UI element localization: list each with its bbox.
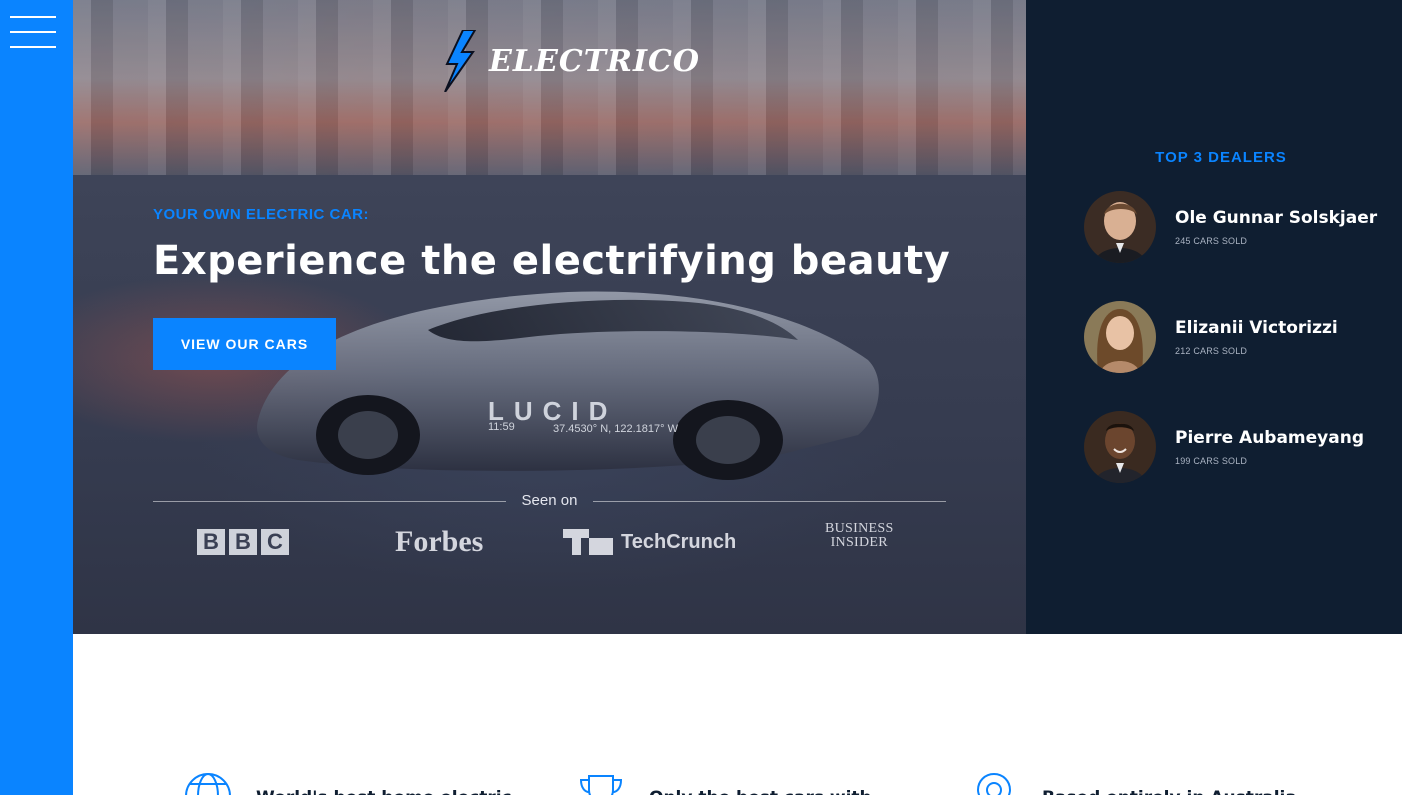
car-image: LUCID 11:59 37.4530° N, 122.1817° W (257, 291, 879, 480)
hero-section: LUCID 11:59 37.4530° N, 122.1817° W ELEC… (73, 0, 1026, 634)
feature-item: Based entirely in Australia (970, 772, 1297, 795)
avatar (1084, 411, 1156, 483)
lightning-bolt-icon (444, 30, 477, 92)
feature-item: World's best home electric (184, 772, 512, 795)
techcrunch-wordmark: TechCrunch (621, 530, 737, 553)
menu-bar (10, 46, 56, 48)
bbc-logo: B B C (197, 522, 289, 562)
trophy-icon (579, 775, 623, 795)
techcrunch-mark-icon (563, 529, 613, 555)
hero-eyebrow: YOUR OWN ELECTRIC CAR: (153, 206, 369, 223)
hero-headline: Experience the electrifying beauty (153, 238, 951, 284)
seen-on-label: Seen on (521, 492, 578, 509)
dealer-card[interactable]: Elizanii Victorizzi 212 CARS SOLD (1084, 301, 1384, 373)
sidebar (0, 0, 73, 795)
car-time-text: 11:59 (488, 421, 515, 433)
menu-bar (10, 16, 56, 18)
bbc-letter: B (197, 529, 225, 555)
dealer-cars-sold: 199 CARS SOLD (1175, 456, 1248, 466)
divider-line-left (153, 501, 506, 502)
brand-name: ELECTRICO (489, 43, 701, 79)
business-insider-logo: BUSINESS INSIDER (825, 522, 894, 562)
dealer-cars-sold: 212 CARS SOLD (1175, 346, 1248, 356)
brand-logo[interactable]: ELECTRICO (441, 30, 700, 92)
menu-bar (10, 31, 56, 33)
bbc-letter: C (261, 529, 289, 555)
techcrunch-logo: TechCrunch (563, 522, 736, 562)
dealer-card[interactable]: Ole Gunnar Solskjaer 245 CARS SOLD (1084, 191, 1384, 263)
seen-on-divider: Seen on (153, 490, 946, 514)
dealer-name: Ole Gunnar Solskjaer (1175, 208, 1378, 228)
bi-line-1: BUSINESS (825, 521, 894, 536)
top-dealers-panel: TOP 3 DEALERS Ole Gunnar Solskjaer 245 C… (1026, 0, 1402, 634)
bi-line-2: INSIDER (830, 535, 888, 550)
forbes-logo: Forbes (395, 525, 484, 558)
avatar (1084, 191, 1156, 263)
feature-item: Only the best cars with (577, 772, 872, 795)
globe-icon (185, 773, 231, 795)
feature-text: World's best home electric (256, 772, 512, 795)
view-our-cars-button[interactable]: VIEW OUR CARS (153, 318, 336, 370)
car-coords-text: 37.4530° N, 122.1817° W (553, 423, 679, 435)
bbc-letter: B (229, 529, 257, 555)
feature-text: Only the best cars with (649, 772, 872, 795)
hamburger-menu-icon[interactable] (10, 14, 56, 50)
dealer-cars-sold: 245 CARS SOLD (1175, 236, 1248, 246)
location-pin-icon (976, 772, 1012, 795)
avatar (1084, 301, 1156, 373)
dealer-card[interactable]: Pierre Aubameyang 199 CARS SOLD (1084, 411, 1384, 483)
divider-line-right (593, 501, 946, 502)
dealer-name: Elizanii Victorizzi (1175, 318, 1338, 338)
dealers-title: TOP 3 DEALERS (1155, 149, 1287, 166)
feature-text: Based entirely in Australia (1042, 772, 1297, 795)
dealer-name: Pierre Aubameyang (1175, 428, 1365, 448)
